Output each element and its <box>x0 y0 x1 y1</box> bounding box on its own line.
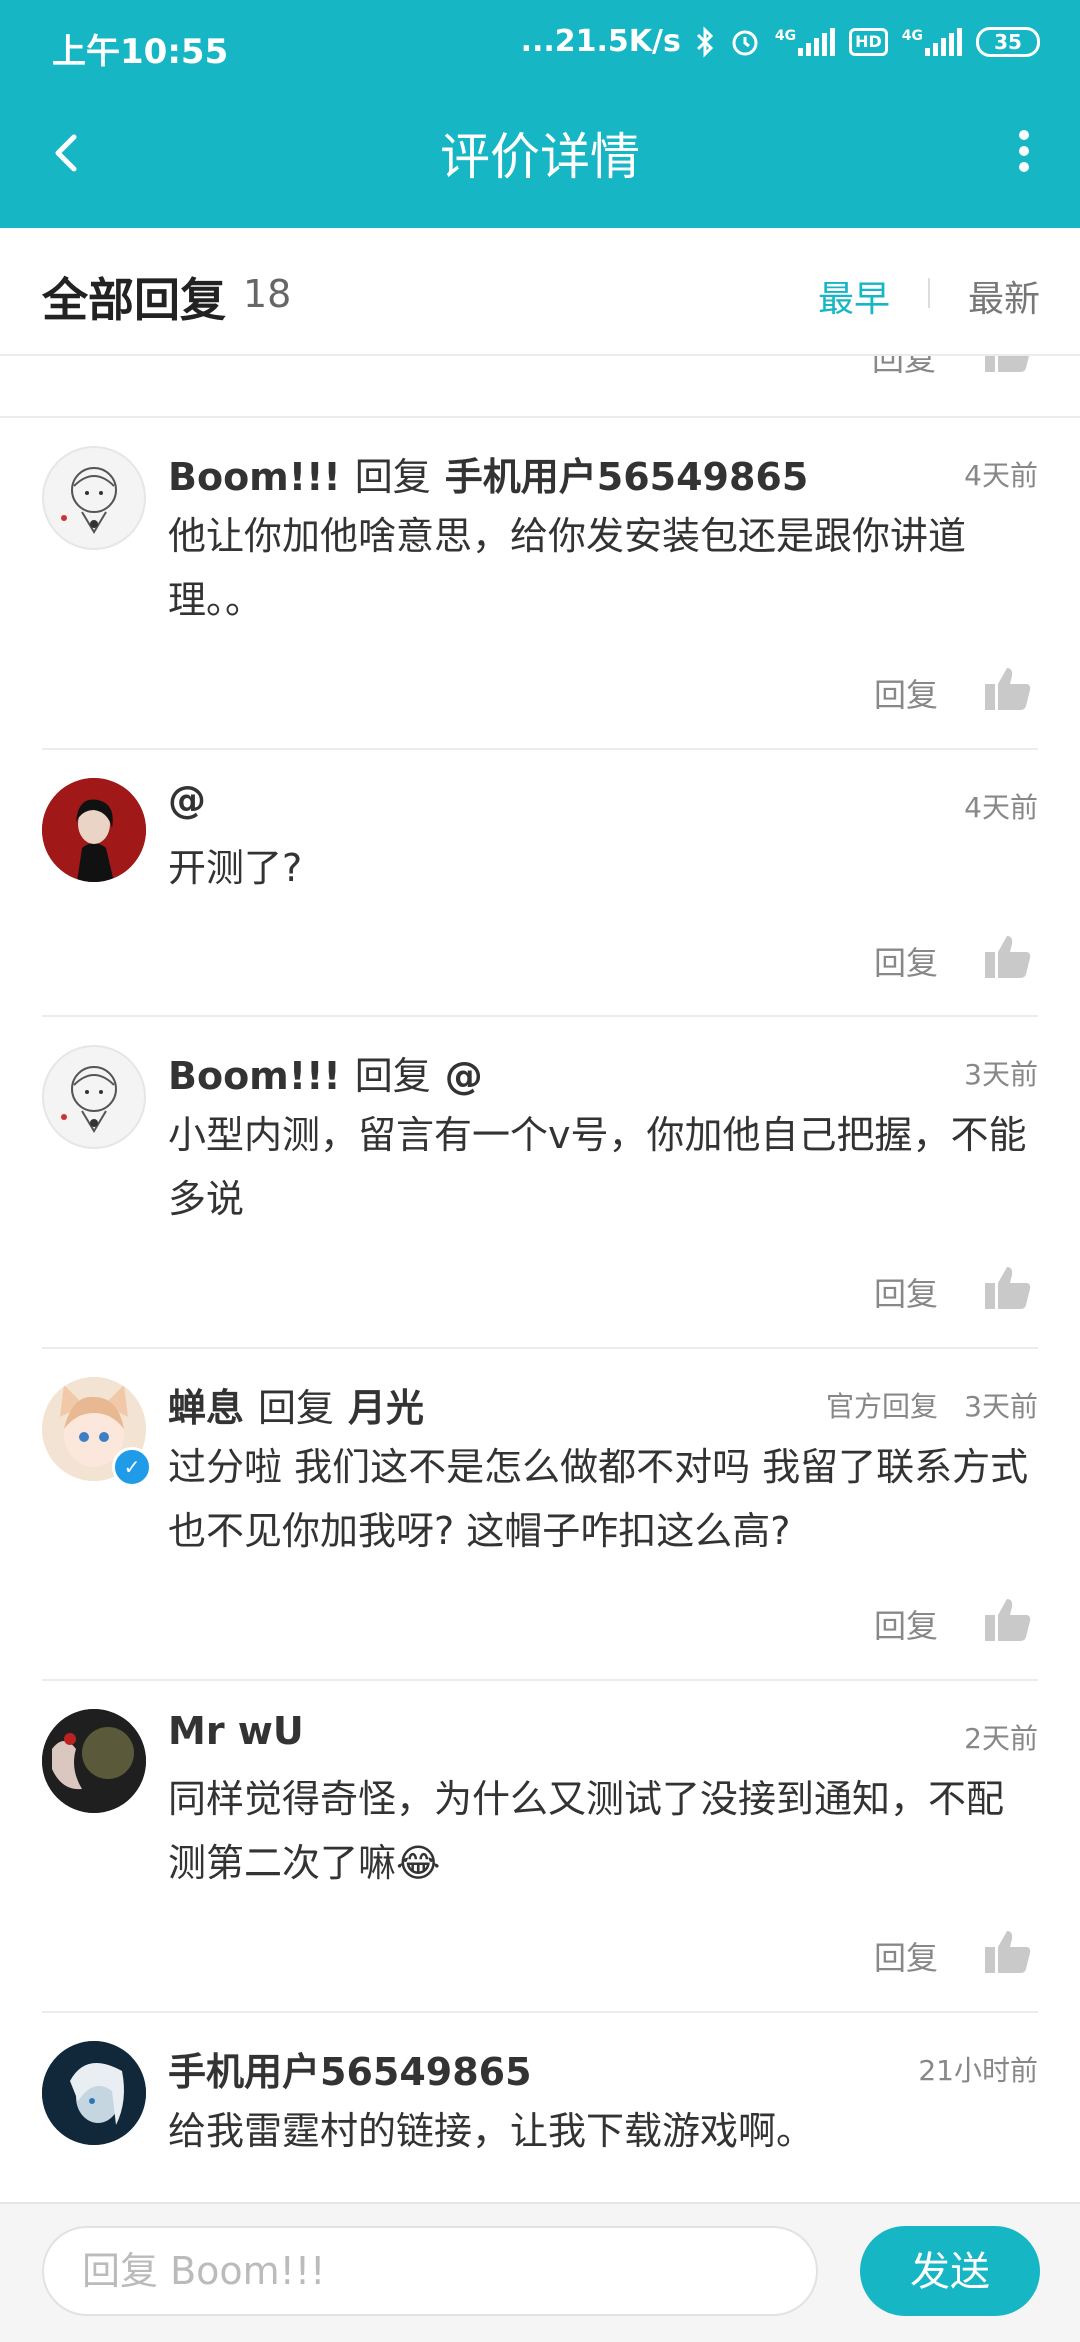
comment-content: 小型内测，留言有一个v号，你加他自己把握，不能多说 <box>168 1113 1027 1221</box>
author-name[interactable]: 蝉息 <box>168 1386 244 1430</box>
comment-item: Boom!!! 回复 手机用户56549865 4天前 他让你加他啥意思，给你发安装… <box>42 418 1038 750</box>
replies-sort-bar: 全部回复 18 最早 最新 <box>0 228 1080 356</box>
page-title: 评价详情 <box>440 128 640 186</box>
signal-icon: 4G <box>775 27 836 56</box>
reply-target-name[interactable]: 月光 <box>348 1386 424 1430</box>
author-name[interactable]: Mr wU <box>168 1709 304 1753</box>
reply-count: 18 <box>243 272 292 316</box>
reply-button[interactable]: 回复 <box>872 356 936 380</box>
reply-button[interactable]: 回复 <box>874 938 938 984</box>
thumbs-up-icon[interactable] <box>985 1265 1031 1309</box>
comment-item: 手机用户56549865 21小时前 给我雷霆村的链接，让我下载游戏啊。 <box>42 2013 1038 2202</box>
alarm-icon <box>732 30 758 55</box>
app-header: 上午10:55 ...21.5K/s 4G HD 4G 35 评价详情 <box>0 0 1080 228</box>
comment-item: @ 4天前 开测了? 回复 <box>42 750 1038 1017</box>
avatar[interactable] <box>42 1709 146 1813</box>
comment-content: 开测了? <box>168 846 303 890</box>
reply-bar: 发送 <box>0 2202 1080 2342</box>
comment-header: @ <box>168 778 206 822</box>
thumbs-up-icon[interactable] <box>985 666 1031 710</box>
comment-header: 手机用户56549865 <box>168 2041 532 2096</box>
reply-button[interactable]: 回复 <box>874 670 938 716</box>
comment-header: Boom!!! 回复 手机用户56549865 <box>168 446 808 501</box>
reply-to-word: 回复 <box>354 1054 431 1098</box>
author-name[interactable]: @ <box>168 778 206 822</box>
comment-item: ✓ 蝉息 回复 月光 官方回复 3天前 过分啦 我们这不是怎么做都不对吗 我留了联系… <box>42 1349 1038 1681</box>
nav-bar: 评价详情 <box>0 95 1080 228</box>
comment-content: 同样觉得奇怪，为什么又测试了没接到通知，不配测第二次了嘛😂 <box>168 1777 1005 1885</box>
comment-content: 过分啦 我们这不是怎么做都不对吗 我留了联系方式也不见你加我呀? 这帽子咋扣这么… <box>168 1445 1029 1553</box>
reply-to-word: 回复 <box>354 455 431 499</box>
avatar[interactable] <box>42 2041 146 2145</box>
comment-item: Boom!!! 回复 @ 3天前 小型内测，留言有一个v号，你加他自己把握，不能多说… <box>42 1017 1038 1349</box>
official-reply-badge: 官方回复 <box>825 1390 938 1423</box>
comment-time: 3天前 <box>964 1390 1038 1423</box>
author-name[interactable]: Boom!!! <box>168 455 341 499</box>
reply-to-word: 回复 <box>258 1386 335 1430</box>
signal-icon-2: 4G <box>902 27 962 56</box>
author-name[interactable]: Boom!!! <box>168 1054 341 1098</box>
reply-button[interactable]: 回复 <box>874 1601 938 1647</box>
comment-content: 给我雷霆村的链接，让我下载游戏啊。 <box>168 2109 815 2153</box>
reply-input[interactable] <box>42 2226 818 2316</box>
avatar[interactable] <box>42 1045 146 1149</box>
comment-time: 21小时前 <box>918 2054 1038 2087</box>
network-speed: ...21.5K/s <box>520 24 681 59</box>
status-bar: 上午10:55 ...21.5K/s 4G HD 4G 35 <box>0 0 1080 95</box>
reply-target-name[interactable]: @ <box>445 1054 483 1098</box>
hd-icon: HD <box>849 27 888 56</box>
reply-button[interactable]: 回复 <box>874 1933 938 1979</box>
sort-latest-tab[interactable]: 最新 <box>968 270 1040 322</box>
status-icons: ...21.5K/s 4G HD 4G 35 <box>521 24 1040 59</box>
comment-content: 他让你加他啥意思，给你发安装包还是跟你讲道理。。 <box>168 514 967 622</box>
status-time: 上午10:55 <box>52 32 229 72</box>
sort-earliest-tab[interactable]: 最早 <box>818 270 890 322</box>
reply-target-name[interactable]: 手机用户56549865 <box>445 455 809 499</box>
comment-item: Mr wU 2天前 同样觉得奇怪，为什么又测试了没接到通知，不配测第二次了嘛😂 … <box>42 1681 1038 2013</box>
verified-badge-icon: ✓ <box>112 1447 152 1487</box>
comment-time: 4天前 <box>964 459 1038 492</box>
more-options-icon[interactable] <box>1004 125 1044 185</box>
comment-header: 蝉息 回复 月光 <box>168 1377 424 1432</box>
all-replies-title: 全部回复 <box>42 273 226 327</box>
comment-time: 3天前 <box>964 1058 1038 1091</box>
bluetooth-icon <box>696 25 713 58</box>
list-item: 回复 <box>0 356 1080 418</box>
send-button[interactable]: 发送 <box>860 2226 1040 2316</box>
thumbs-up-icon[interactable] <box>985 934 1031 978</box>
comment-header: Mr wU <box>168 1709 304 1753</box>
comment-time: 2天前 <box>964 1722 1038 1755</box>
sort-divider <box>928 278 930 308</box>
thumbs-up-icon[interactable] <box>985 356 1031 372</box>
reply-button[interactable]: 回复 <box>874 1269 938 1315</box>
comment-header: Boom!!! 回复 @ <box>168 1045 483 1100</box>
comment-time: 4天前 <box>964 791 1038 824</box>
comment-list: 回复 Boom!!! 回复 手机用户56549865 4天前 他让你加他啥意思，给你… <box>0 356 1080 2202</box>
battery-icon: 35 <box>976 26 1040 57</box>
author-name[interactable]: 手机用户56549865 <box>168 2050 532 2094</box>
thumbs-up-icon[interactable] <box>985 1597 1031 1641</box>
thumbs-up-icon[interactable] <box>985 1929 1031 1973</box>
avatar[interactable] <box>42 446 146 550</box>
avatar[interactable] <box>42 778 146 882</box>
